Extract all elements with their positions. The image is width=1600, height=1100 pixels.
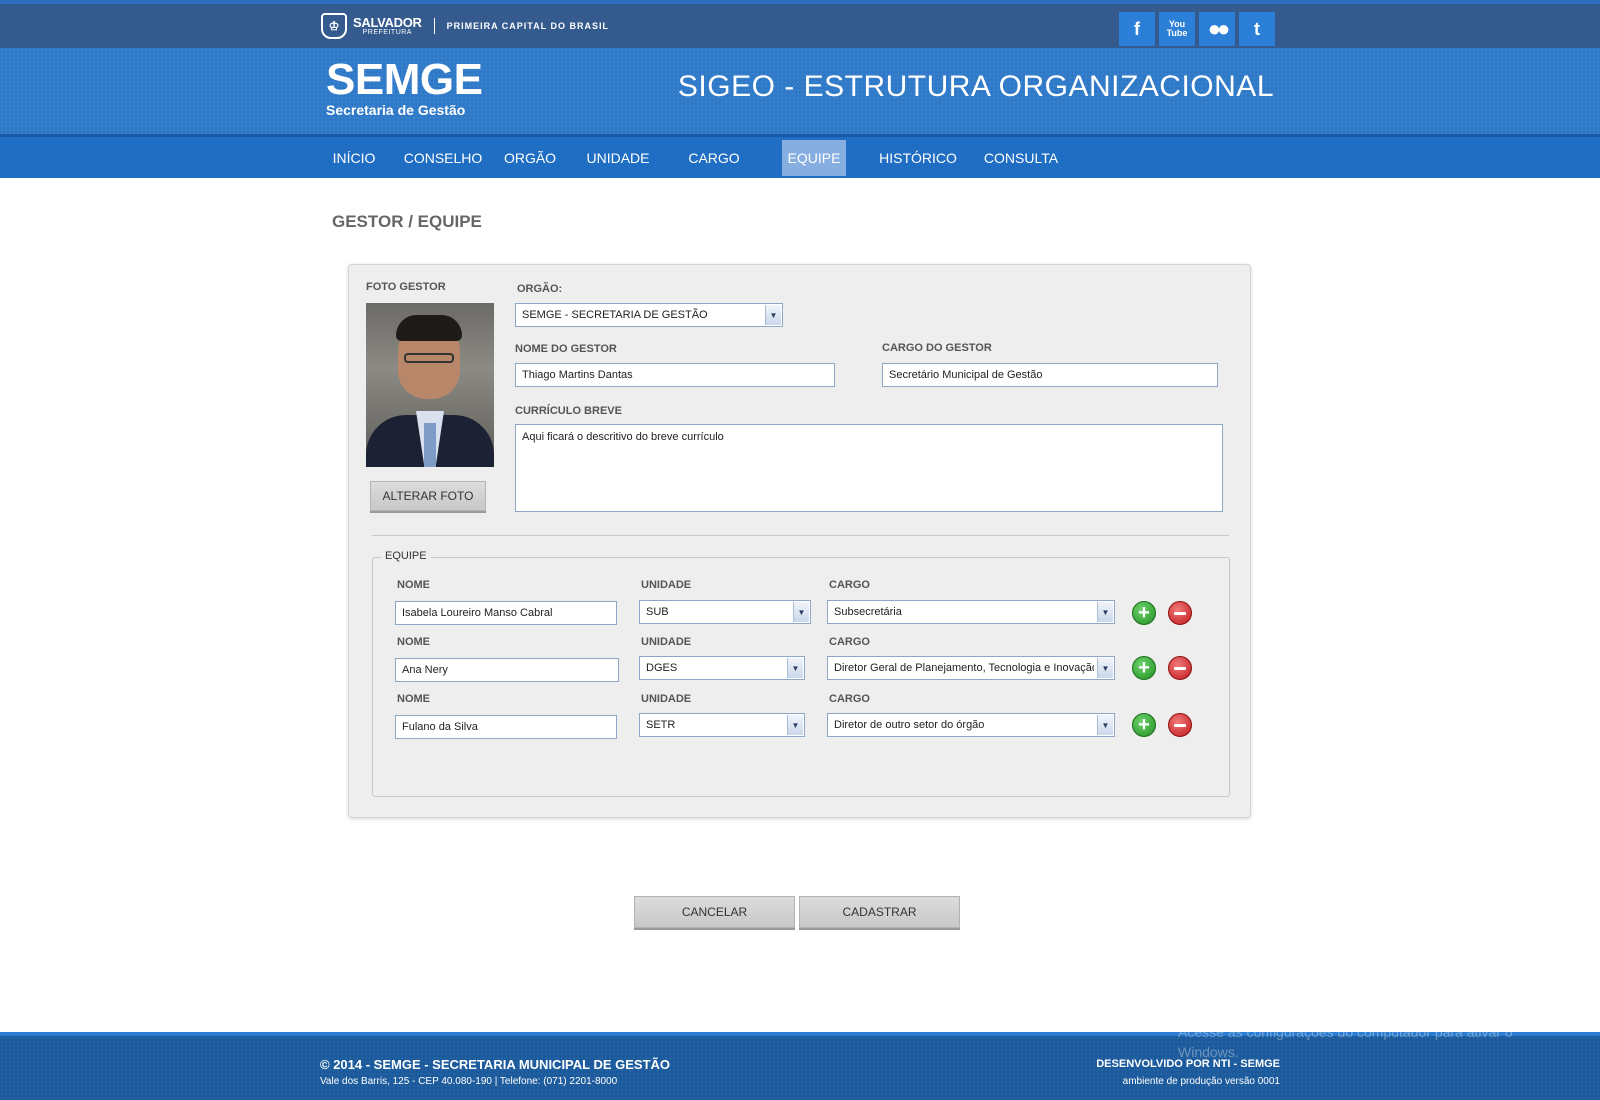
submit-button[interactable]: CADASTRAR [799, 896, 960, 928]
nav-item-equipe[interactable]: EQUIPE [782, 140, 846, 176]
city-crest-icon: ♔ [321, 13, 347, 39]
cargo-label: CARGO [829, 579, 870, 591]
curriculo-textarea[interactable]: Aqui ficará o descritivo do breve curríc… [515, 424, 1223, 512]
photo-tie [424, 423, 436, 467]
remove-member-icon[interactable] [1168, 601, 1192, 625]
membro-unidade-value: SUB [646, 606, 669, 618]
site-header: SEMGE Secretaria de Gestão SIGEO - ESTRU… [0, 48, 1600, 134]
nav-item-consulta[interactable]: CONSULTA [982, 140, 1060, 176]
orgao-select[interactable]: SEMGE - SECRETARIA DE GESTÃO ▼ [515, 303, 783, 327]
cargo-gestor-input[interactable]: Secretário Municipal de Gestão [882, 363, 1218, 387]
chevron-down-icon[interactable]: ▼ [1097, 602, 1113, 622]
nome-gestor-input[interactable]: Thiago Martins Dantas [515, 363, 835, 387]
equipe-legend: EQUIPE [381, 550, 431, 562]
membro-nome-input[interactable]: Ana Nery [395, 658, 619, 682]
membro-cargo-select[interactable]: Diretor Geral de Planejamento, Tecnologi… [827, 656, 1115, 680]
orgao-label: ORGÃO: [517, 283, 563, 295]
brand[interactable]: SEMGE Secretaria de Gestão [326, 55, 483, 119]
membro-cargo-value: Diretor de outro setor do órgão [834, 719, 985, 731]
chevron-down-icon[interactable]: ▼ [1097, 658, 1113, 678]
cargo-label: CARGO [829, 636, 870, 648]
city-label: SALVADOR [353, 15, 422, 30]
brand-title: SEMGE [326, 55, 483, 104]
chevron-down-icon[interactable]: ▼ [793, 602, 809, 622]
membro-cargo-value: Diretor Geral de Planejamento, Tecnologi… [834, 662, 1094, 674]
membro-cargo-select[interactable]: Subsecretária ▼ [827, 600, 1115, 624]
brand-subtitle: Secretaria de Gestão [326, 102, 466, 118]
section-divider [372, 535, 1229, 536]
logo-separator [433, 18, 435, 34]
footer-version: ambiente de produção versão 0001 [1122, 1076, 1280, 1087]
watermark-line-1: Acesse as configurações do computador pa… [1178, 1024, 1513, 1040]
membro-unidade-select[interactable]: DGES ▼ [639, 656, 805, 680]
gestor-panel: FOTO GESTOR ALTERAR FOTO ORGÃO: SEMGE - … [348, 264, 1251, 818]
cargo-gestor-label: CARGO DO GESTOR [882, 342, 992, 354]
unidade-label: UNIDADE [641, 579, 692, 591]
unidade-label: UNIDADE [641, 693, 692, 705]
nome-label: NOME [397, 579, 430, 591]
remove-member-icon[interactable] [1168, 713, 1192, 737]
youtube-icon[interactable]: You Tube [1159, 12, 1195, 46]
gestor-photo [366, 303, 494, 467]
prefeitura-logo[interactable]: ♔ SALVADOR PREFEITURA PRIMEIRA CAPITAL D… [321, 13, 609, 39]
change-photo-button[interactable]: ALTERAR FOTO [370, 481, 486, 511]
flickr-icon[interactable]: ●● [1199, 12, 1235, 46]
nome-label: NOME [397, 693, 430, 705]
chevron-down-icon[interactable]: ▼ [765, 305, 781, 325]
twitter-icon[interactable]: t [1239, 12, 1275, 46]
membro-nome-input[interactable]: Isabela Loureiro Manso Cabral [395, 601, 617, 625]
cancel-button[interactable]: CANCELAR [634, 896, 795, 928]
page-title: GESTOR / EQUIPE [332, 212, 482, 231]
nome-label: NOME [397, 636, 430, 648]
membro-unidade-value: SETR [646, 719, 676, 731]
membro-nome-input[interactable]: Fulano da Silva [395, 715, 617, 739]
top-bar: ♔ SALVADOR PREFEITURA PRIMEIRA CAPITAL D… [0, 0, 1600, 48]
photo-glasses [404, 353, 454, 363]
chevron-down-icon[interactable]: ▼ [1097, 715, 1113, 735]
membro-unidade-select[interactable]: SETR ▼ [639, 713, 805, 737]
footer-copyright: © 2014 - SEMGE - SECRETARIA MUNICIPAL DE… [320, 1057, 671, 1072]
facebook-icon[interactable]: f [1119, 12, 1155, 46]
nav-item-cargo[interactable]: CARGO [684, 140, 744, 176]
membro-unidade-select[interactable]: SUB ▼ [639, 600, 811, 624]
membro-cargo-value: Subsecretária [834, 606, 902, 618]
nome-gestor-label: NOME DO GESTOR [515, 343, 617, 355]
system-title: SIGEO - ESTRUTURA ORGANIZACIONAL [677, 70, 1274, 103]
watermark-line-2: Windows. [1178, 1044, 1239, 1060]
footer-address: Vale dos Barris, 125 - CEP 40.080-190 | … [320, 1076, 618, 1087]
nav-item-orgao[interactable]: ORGÃO [502, 140, 558, 176]
orgao-select-value: SEMGE - SECRETARIA DE GESTÃO [522, 309, 708, 321]
slogan: PRIMEIRA CAPITAL DO BRASIL [446, 21, 609, 31]
membro-unidade-value: DGES [646, 662, 678, 674]
windows-activation-watermark: Acesse as configurações do computador pa… [1178, 1022, 1578, 1062]
nav-item-unidade[interactable]: UNIDADE [584, 140, 652, 176]
unidade-label: UNIDADE [641, 636, 692, 648]
add-member-icon[interactable]: + [1132, 656, 1156, 680]
nav-item-historico[interactable]: HISTÓRICO [876, 140, 960, 176]
add-member-icon[interactable]: + [1132, 601, 1156, 625]
curriculo-label: CURRÍCULO BREVE [515, 405, 622, 417]
main-nav: INÍCIO CONSELHO ORGÃO UNIDADE CARGO EQUI… [0, 134, 1600, 178]
chevron-down-icon[interactable]: ▼ [787, 658, 803, 678]
photo-label: FOTO GESTOR [366, 281, 446, 293]
nav-item-conselho[interactable]: CONSELHO [400, 140, 486, 176]
city-sub-label: PREFEITURA [362, 29, 412, 36]
membro-cargo-select[interactable]: Diretor de outro setor do órgão ▼ [827, 713, 1115, 737]
cargo-label: CARGO [829, 693, 870, 705]
chevron-down-icon[interactable]: ▼ [787, 715, 803, 735]
nav-item-inicio[interactable]: INÍCIO [326, 140, 382, 176]
city-name: SALVADOR PREFEITURA [353, 16, 422, 36]
photo-hair [396, 315, 462, 341]
add-member-icon[interactable]: + [1132, 713, 1156, 737]
remove-member-icon[interactable] [1168, 656, 1192, 680]
